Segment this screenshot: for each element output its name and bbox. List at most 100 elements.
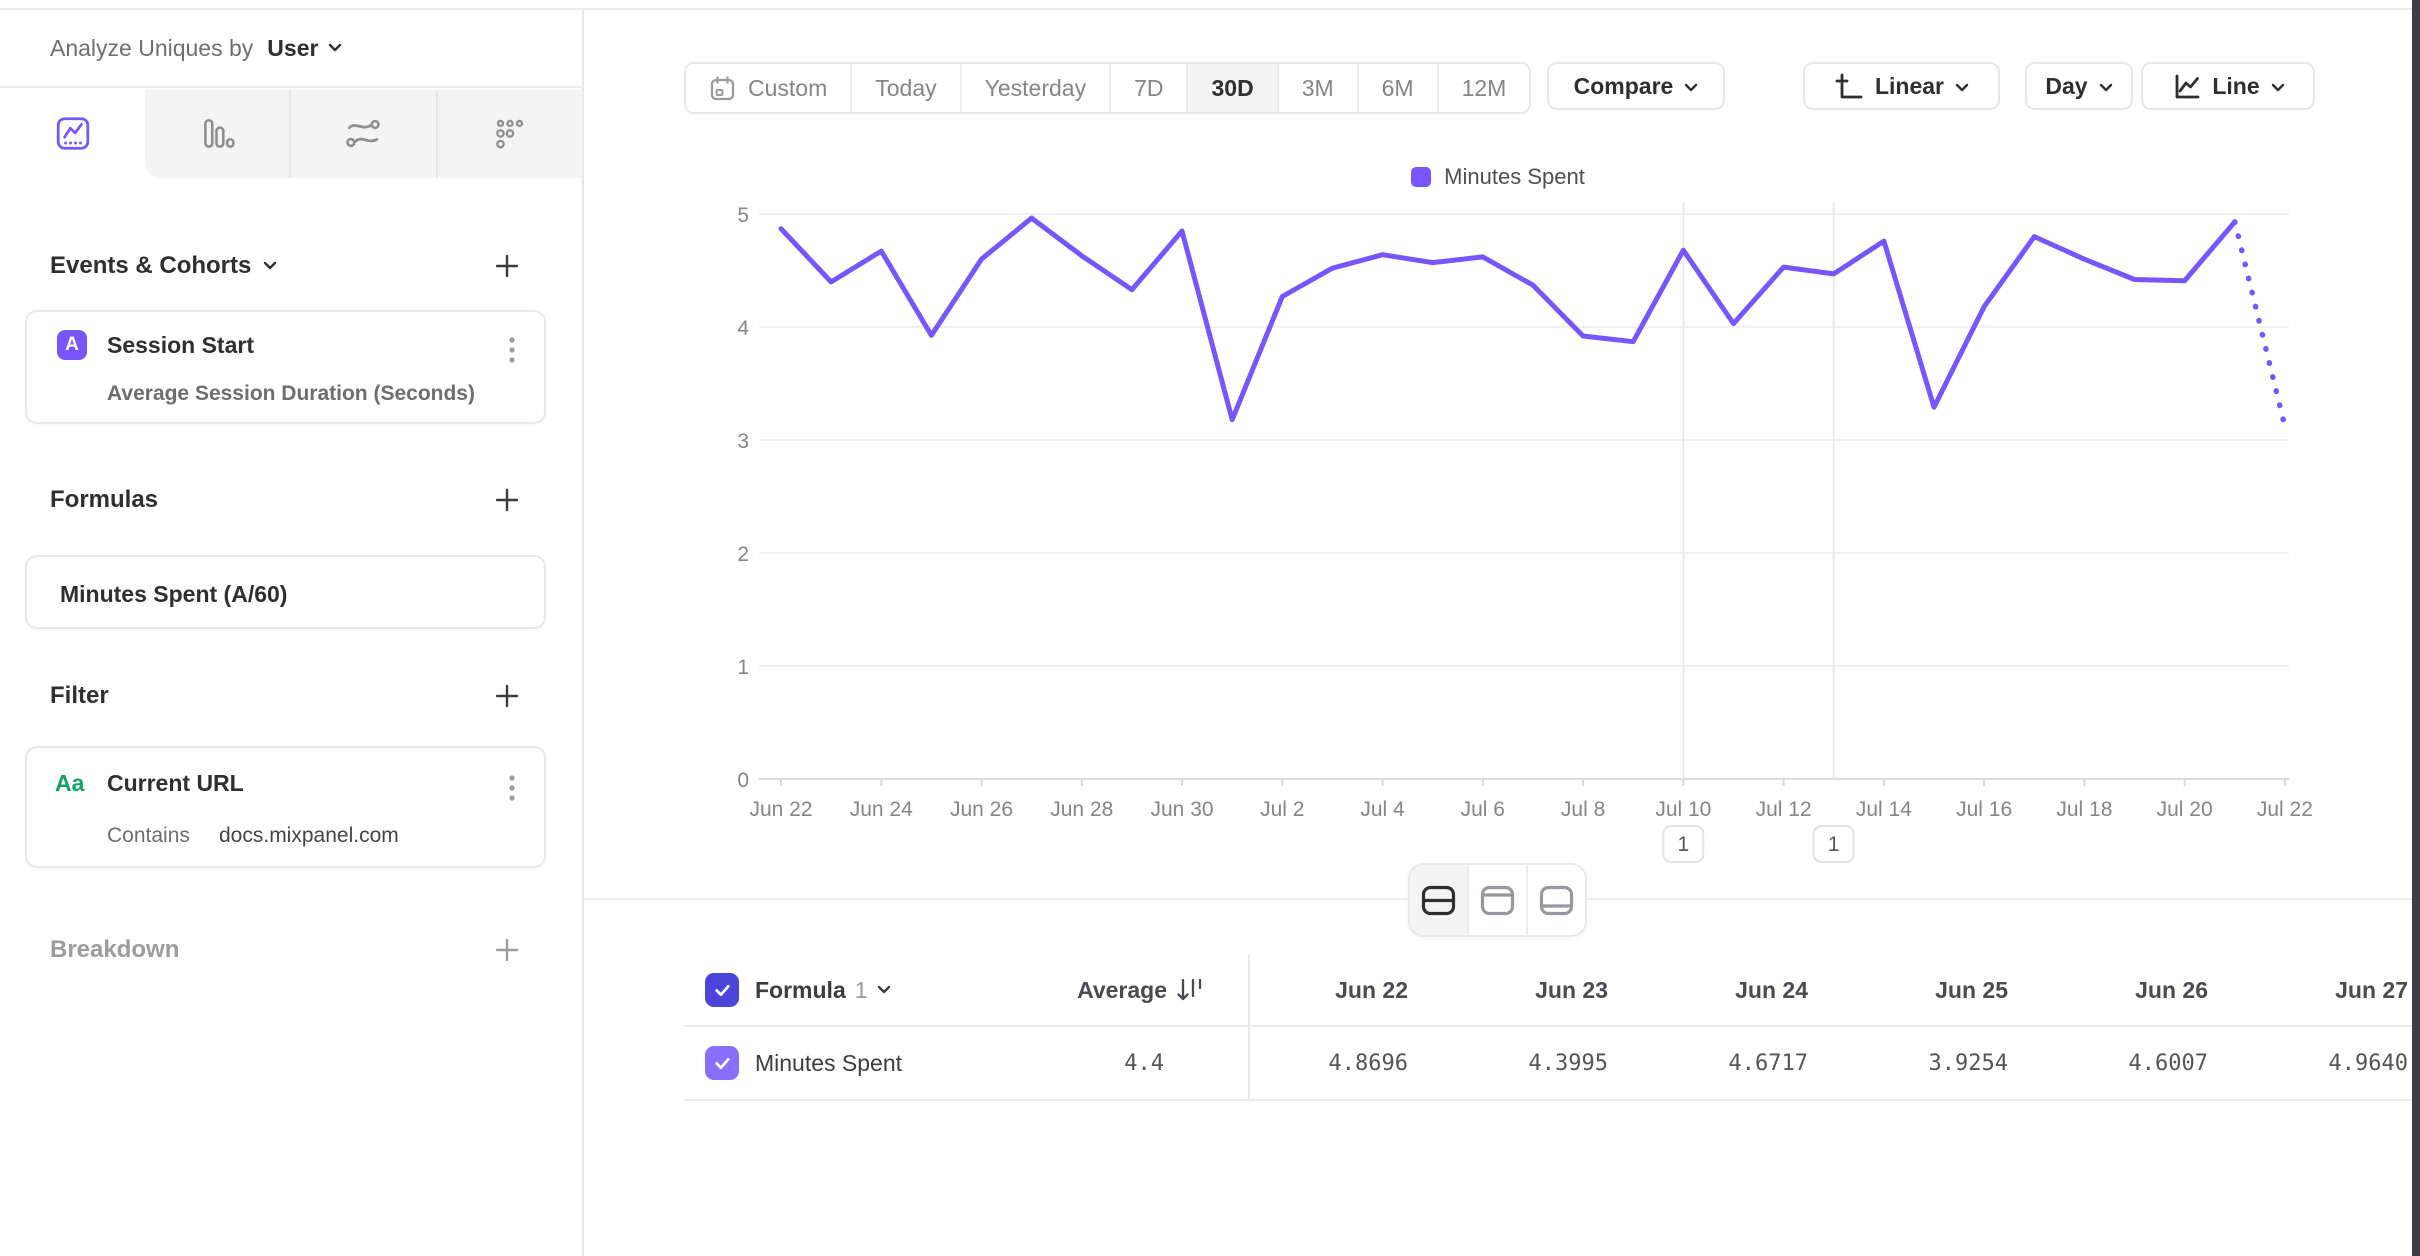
x-axis-tick-label: Jul 14 (1856, 798, 1912, 821)
filter-header: Filter (0, 674, 582, 718)
pane-bottom-icon (1538, 884, 1575, 917)
split-view-button[interactable] (1410, 865, 1467, 935)
date-column-header[interactable]: Jun 22 (1250, 977, 1408, 1004)
line-chart-type-icon (2171, 71, 2201, 101)
date-range-today[interactable]: Today (850, 64, 959, 112)
events-cohorts-header: Events & Cohorts (0, 244, 582, 288)
chevron-down-icon (1684, 83, 1698, 93)
date-range-7d[interactable]: 7D (1109, 64, 1186, 112)
x-axis-tick-label: Jul 12 (1756, 798, 1812, 821)
series-name: Minutes Spent (755, 1050, 902, 1077)
table-data-row[interactable]: Minutes Spent 4.4 4.86964.39954.67173.92… (684, 1025, 2412, 1101)
layout-toggle (1408, 863, 1587, 937)
tab-insights[interactable] (0, 90, 145, 178)
sort-descending-icon[interactable] (1177, 976, 1204, 1004)
filter-title: Filter (50, 682, 109, 710)
breakdown-title: Breakdown (50, 936, 179, 964)
split-view-icon (1420, 884, 1457, 917)
event-aggregation[interactable]: Average Session Duration (Seconds) (107, 382, 475, 406)
report-type-tabs (0, 90, 582, 178)
formula-column-header[interactable]: Formula 1 (755, 977, 891, 1004)
window-edge-strip (2412, 0, 2420, 1256)
event-name[interactable]: Session Start (107, 332, 254, 359)
y-axis-tick-label: 1 (737, 656, 749, 679)
date-column-header[interactable]: Jun 23 (1408, 977, 1608, 1004)
date-range-6m[interactable]: 6M (1357, 64, 1437, 112)
grid-dots-icon (491, 115, 529, 153)
breakdown-header: Breakdown (0, 928, 582, 972)
filter-kebab-menu[interactable] (502, 768, 522, 808)
analyze-uniques-label: Analyze Uniques by (50, 35, 253, 62)
formula-name[interactable]: Minutes Spent (A/60) (60, 581, 287, 608)
series-line-incomplete (2235, 222, 2285, 427)
tab-bar[interactable] (145, 90, 289, 178)
x-axis-tick-label: Jul 10 (1655, 798, 1711, 821)
formulas-title: Formulas (50, 486, 158, 514)
filter-operator[interactable]: Contains (107, 824, 190, 847)
y-axis-tick-label: 0 (737, 769, 749, 792)
series-value: 4.8696 (1250, 1051, 1408, 1076)
add-filter-button[interactable] (490, 679, 524, 713)
date-column-headers: Jun 22Jun 23Jun 24Jun 25Jun 26Jun 27 (1248, 955, 2408, 1025)
y-axis-tick-label: 4 (737, 317, 749, 340)
series-checkbox[interactable] (705, 1046, 739, 1080)
x-axis-tick-label: Jun 22 (749, 798, 812, 821)
line-chart[interactable]: 01234511Jun 22Jun 24Jun 26Jun 28Jun 30Ju… (584, 140, 2412, 885)
date-range-yesterday[interactable]: Yesterday (960, 64, 1109, 112)
y-axis-tick-label: 2 (737, 543, 749, 566)
add-formula-button[interactable] (490, 483, 524, 517)
formula-card[interactable]: Minutes Spent (A/60) (25, 555, 546, 629)
date-range-30d[interactable]: 30D (1186, 64, 1276, 112)
x-axis-tick-label: Jul 22 (2257, 798, 2313, 821)
chevron-down-icon (2099, 83, 2113, 93)
x-axis-tick-label: Jun 28 (1050, 798, 1113, 821)
x-axis-tick-label: Jun 26 (950, 798, 1013, 821)
query-builder-sidebar: Analyze Uniques by User Events & Cohorts… (0, 10, 584, 1256)
flows-icon (344, 115, 382, 153)
series-line (781, 218, 2235, 420)
x-axis-tick-label: Jul 20 (2157, 798, 2213, 821)
x-axis-tick-label: Jul 18 (2056, 798, 2112, 821)
date-range-12m[interactable]: 12M (1437, 64, 1530, 112)
chevron-down-icon (1955, 83, 1969, 93)
add-event-button[interactable] (490, 249, 524, 283)
line-chart-icon (54, 115, 92, 153)
date-column-header[interactable]: Jun 24 (1608, 977, 1808, 1004)
filter-card[interactable]: Aa Current URL Contains docs.mixpanel.co… (25, 746, 546, 868)
tab-flows[interactable] (289, 90, 435, 178)
chart-type-selector-button[interactable]: Line (2141, 62, 2315, 110)
date-column-header[interactable]: Jun 26 (2008, 977, 2208, 1004)
x-axis-tick-label: Jul 6 (1461, 798, 1505, 821)
tab-retention[interactable] (436, 90, 582, 178)
annotation-count: 1 (1677, 833, 1689, 856)
events-cohorts-title: Events & Cohorts (50, 252, 251, 280)
table-only-view-button[interactable] (1526, 865, 1585, 935)
add-breakdown-button[interactable] (490, 933, 524, 967)
chart-only-view-button[interactable] (1467, 865, 1526, 935)
chevron-down-icon (328, 43, 342, 53)
date-column-values: 4.86964.39954.67173.92544.60074.9640 (1248, 1027, 2408, 1099)
compare-button[interactable]: Compare (1547, 62, 1725, 110)
date-column-header[interactable]: Jun 25 (1808, 977, 2008, 1004)
x-axis-tick-label: Jul 4 (1360, 798, 1405, 821)
chevron-down-icon (877, 985, 891, 995)
average-column-header[interactable]: Average (1077, 976, 1204, 1004)
string-property-icon: Aa (55, 770, 84, 797)
select-all-checkbox[interactable] (705, 973, 739, 1007)
event-kebab-menu[interactable] (502, 330, 522, 370)
interval-selector-button[interactable]: Day (2025, 62, 2133, 110)
y-axis-tick-label: 5 (737, 204, 749, 227)
event-card[interactable]: A Session Start Average Session Duration… (25, 310, 546, 424)
scale-selector-button[interactable]: Linear (1803, 62, 2000, 110)
date-range-3m[interactable]: 3M (1277, 64, 1357, 112)
date-range-custom[interactable]: Custom (686, 64, 850, 112)
x-axis-tick-label: Jul 16 (1956, 798, 2012, 821)
analyze-uniques-selector[interactable]: User (267, 35, 342, 62)
linear-axis-icon (1834, 71, 1864, 101)
filter-property-name[interactable]: Current URL (107, 770, 244, 797)
series-value: 3.9254 (1808, 1051, 2008, 1076)
date-column-header[interactable]: Jun 27 (2208, 977, 2408, 1004)
x-axis-tick-label: Jun 24 (850, 798, 913, 821)
filter-value[interactable]: docs.mixpanel.com (219, 824, 399, 848)
chevron-down-icon (263, 261, 277, 271)
